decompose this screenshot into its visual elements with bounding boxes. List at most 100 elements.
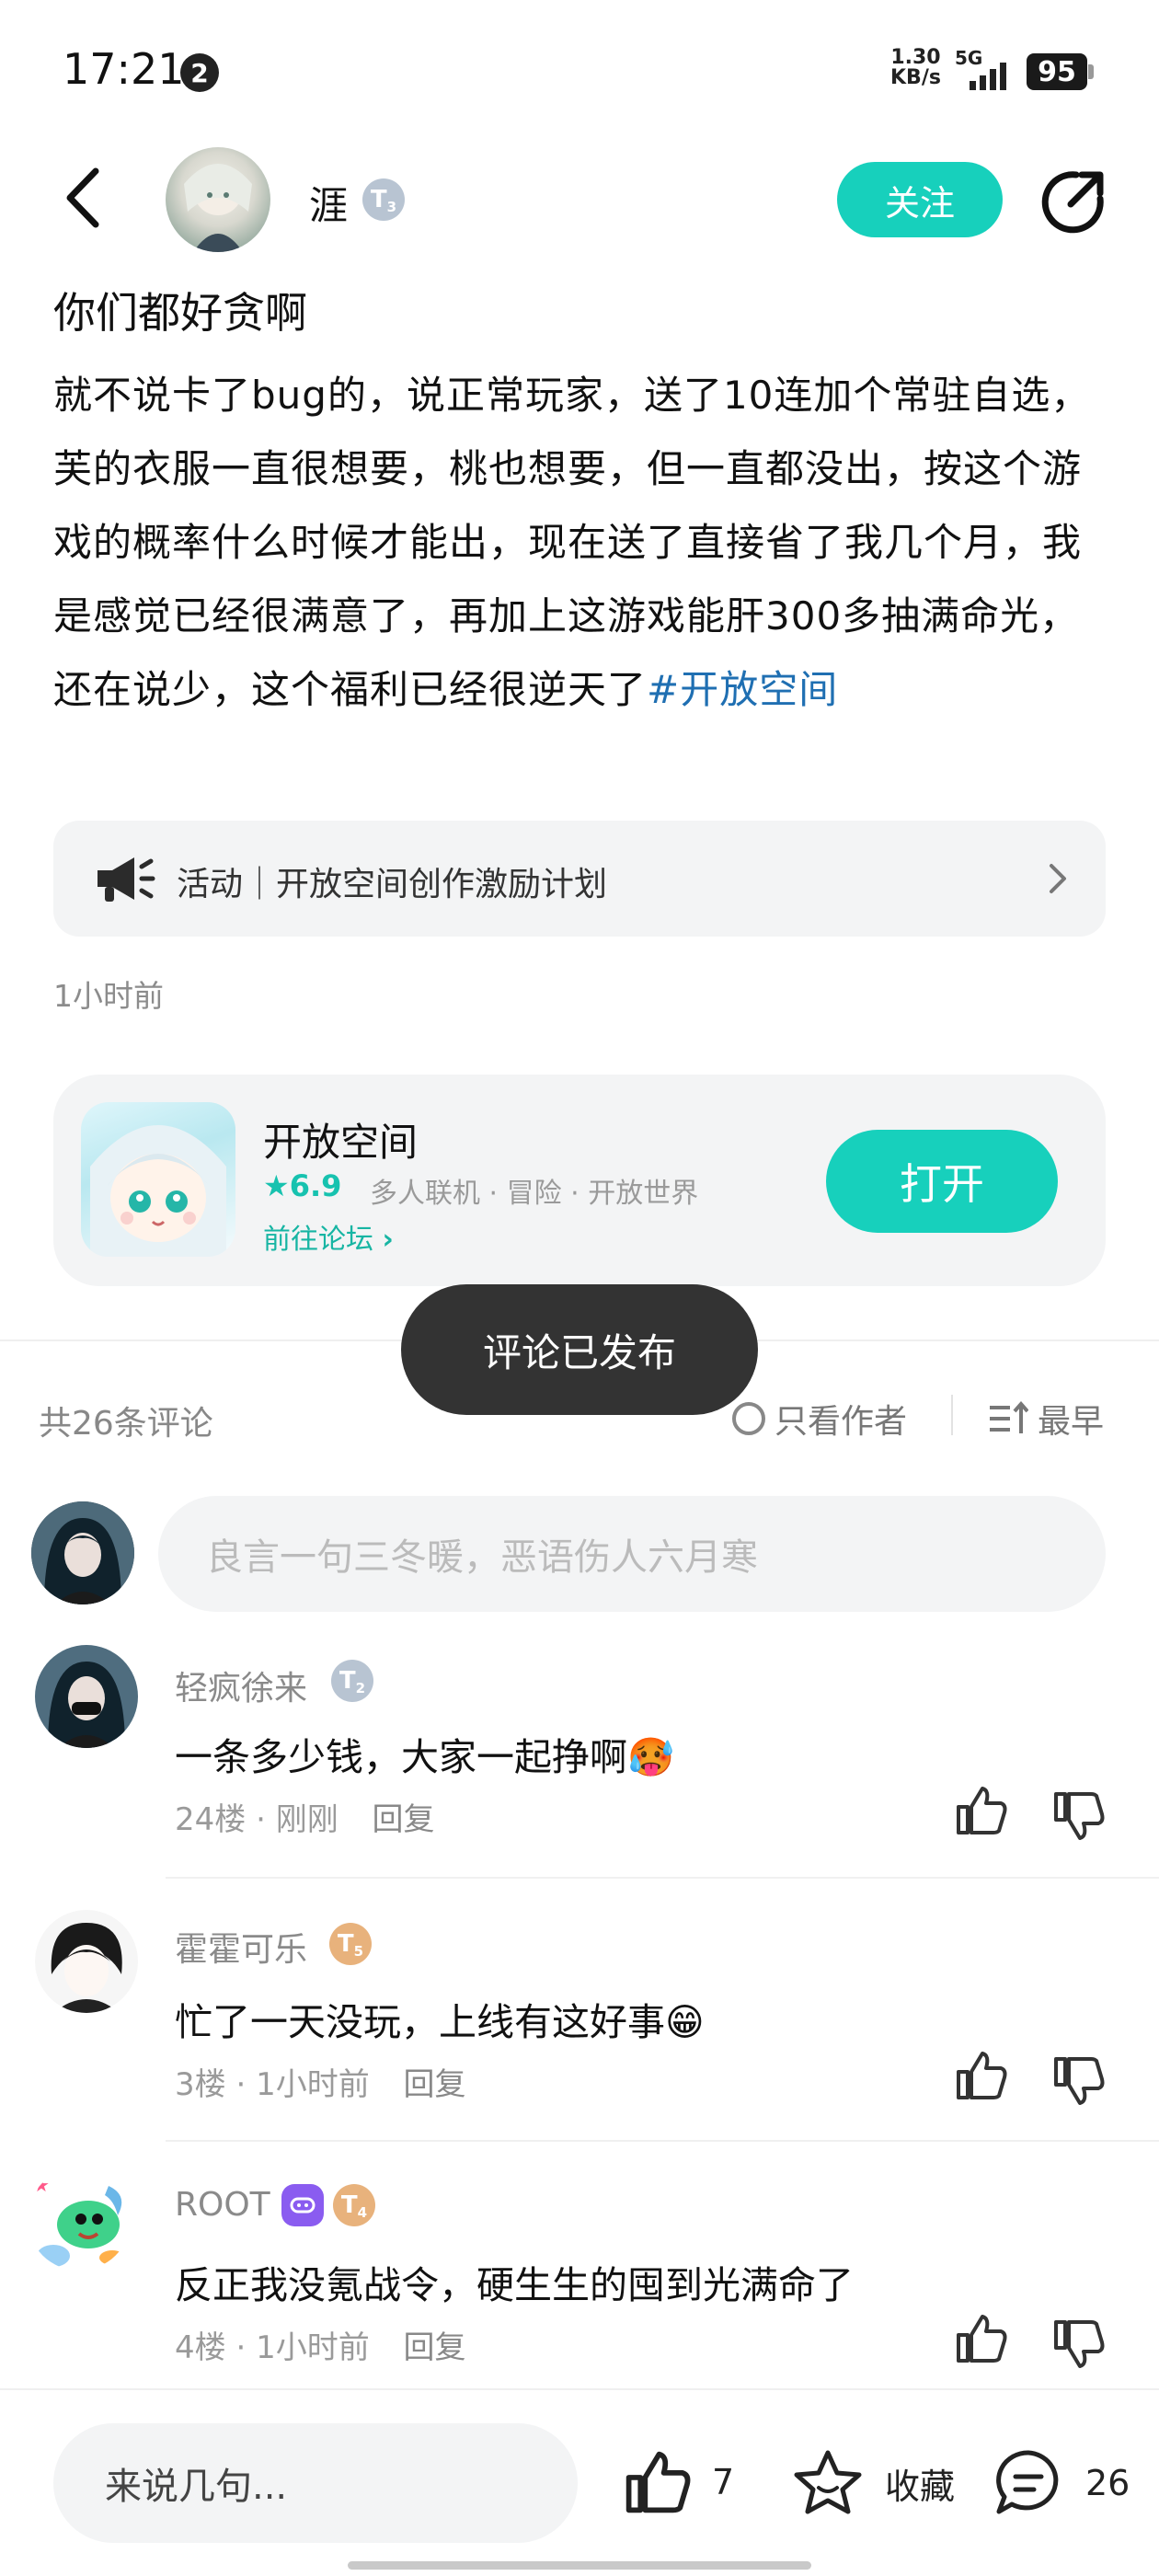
comment-avatar[interactable]: [35, 1910, 138, 2013]
game-tags: 多人联机 · 冒险 · 开放世界: [370, 1178, 699, 1210]
level-number: 4: [357, 2204, 368, 2221]
game-icon[interactable]: [81, 1102, 235, 1257]
comment-username[interactable]: 轻疯徐来: [175, 1662, 307, 1709]
comment-meta: 4楼 · 1小时前 回复: [175, 2322, 466, 2367]
post-body-text: 就不说卡了bug的，说正常玩家，送了10连加个常驻自选，芙的衣服一直很想要，桃也…: [53, 373, 1091, 712]
level-number: 2: [355, 1680, 366, 1696]
comment-input[interactable]: 良言一句三冬暖，恶语伤人六月寒: [158, 1496, 1106, 1612]
post-time: 1小时前: [53, 978, 164, 1014]
follow-button[interactable]: 关注: [837, 162, 1003, 237]
level-number: 5: [353, 1943, 364, 1960]
author-level-badge: T3: [362, 178, 405, 221]
my-avatar-art: [31, 1501, 134, 1604]
signal-5g-icon: 5G: [955, 48, 1006, 90]
author-only-label: 只看作者: [775, 1403, 908, 1441]
comment-avatar-art: [35, 1910, 138, 2013]
radio-circle-icon: [732, 1402, 765, 1435]
comment-time: 刚刚: [275, 1801, 339, 1838]
comment-avatar-art: ★: [28, 2168, 131, 2271]
meta-dot: ·: [235, 2066, 257, 2103]
comment-time: 1小时前: [256, 2066, 370, 2103]
reply-button[interactable]: 回复: [404, 2329, 466, 2366]
comment-username[interactable]: ROOT: [175, 2186, 270, 2224]
status-time: 17:21: [63, 44, 185, 94]
dislike-icon[interactable]: [1050, 2318, 1106, 2370]
bottom-bar-divider: [0, 2388, 1159, 2390]
home-indicator[interactable]: [348, 2561, 811, 2570]
user-level-badge: T2: [331, 1660, 373, 1702]
sort-icon: [990, 1400, 1028, 1433]
comment-bubble-icon: [996, 2450, 1059, 2514]
author-avatar[interactable]: [166, 147, 270, 252]
game-rating: ★6.9: [263, 1168, 342, 1203]
game-icon-art: [90, 1125, 226, 1257]
sort-label: 最早: [1038, 1403, 1105, 1441]
author-only-toggle[interactable]: 只看作者: [732, 1395, 907, 1443]
comment-avatar[interactable]: ★: [28, 2168, 131, 2271]
dislike-icon[interactable]: [1050, 2055, 1106, 2107]
bottom-comment-input[interactable]: 来说几句...: [53, 2423, 578, 2543]
notification-count-badge: 2: [180, 53, 219, 92]
megaphone-icon: [98, 857, 155, 902]
network-speed-unit: KB/s: [890, 66, 941, 89]
like-icon[interactable]: [953, 1785, 1008, 1836]
like-icon[interactable]: [953, 2050, 1008, 2101]
comment-emoji: 🥵: [627, 1735, 675, 1779]
level-letter: T: [337, 1930, 354, 1958]
toast-message: 评论已发布: [401, 1284, 758, 1415]
network-speed-value: 1.30: [890, 46, 941, 69]
battery-level: 95: [1027, 53, 1087, 90]
comment-text-body: 反正我没氪战令，硬生生的囤到光满命了: [175, 2263, 854, 2307]
comment-text: 忙了一天没玩，上线有这好事😁: [175, 1991, 705, 2046]
comment-meta: 3楼 · 1小时前 回复: [175, 2059, 466, 2104]
author-name[interactable]: 涯: [309, 175, 348, 231]
dislike-icon[interactable]: [1050, 1790, 1106, 1842]
like-icon[interactable]: [953, 2313, 1008, 2364]
filter-separator: [951, 1395, 953, 1435]
user-level-badge: T5: [329, 1923, 372, 1965]
comment-emoji: 😁: [665, 2000, 705, 2044]
open-game-button[interactable]: 打开: [826, 1130, 1058, 1233]
svg-text:★: ★: [33, 2174, 50, 2196]
forum-link-label: 前往论坛: [263, 1224, 373, 1256]
comments-button[interactable]: 26: [992, 2447, 1130, 2519]
meta-dot: ·: [235, 2329, 257, 2366]
activity-banner[interactable]: 活动｜开放空间创作激励计划: [53, 821, 1106, 937]
forum-link[interactable]: 前往论坛 ›: [263, 1216, 394, 1257]
hashtag-link[interactable]: #开放空间: [647, 667, 838, 712]
back-arrow-icon[interactable]: [59, 166, 109, 230]
reply-button[interactable]: 回复: [404, 2066, 466, 2103]
comment-avatar[interactable]: [35, 1645, 138, 1748]
reply-button[interactable]: 回复: [373, 1801, 435, 1838]
network-speed: 1.30 KB/s: [890, 48, 941, 88]
like-button[interactable]: 7: [622, 2449, 734, 2515]
game-name[interactable]: 开放空间: [263, 1111, 418, 1167]
comment-text-body: 一条多少钱，大家一起挣啊: [175, 1735, 627, 1779]
level-letter: T: [370, 186, 387, 213]
thumbs-up-icon: [625, 2451, 691, 2513]
comment-floor: 4楼: [175, 2329, 226, 2366]
chevron-right-icon: [1050, 864, 1066, 893]
author-avatar-art: [184, 164, 252, 252]
post-title: 你们都好贪啊: [53, 288, 307, 338]
favorite-label: 收藏: [885, 2466, 956, 2507]
favorite-button[interactable]: 收藏: [791, 2447, 955, 2519]
vip-badge: [281, 2184, 324, 2226]
sort-button[interactable]: 最早: [988, 1395, 1104, 1443]
comment-time: 1小时前: [256, 2329, 370, 2366]
network-type: 5G: [955, 48, 982, 69]
comments-count-bottom: 26: [1085, 2463, 1130, 2503]
comment-text-body: 忙了一天没玩，上线有这好事: [175, 2000, 665, 2044]
gamepad-icon: [290, 2197, 316, 2214]
comments-count: 共26条评论: [39, 1405, 213, 1443]
share-icon[interactable]: [1039, 167, 1107, 236]
star-icon: [794, 2450, 862, 2514]
comment-floor: 3楼: [175, 2066, 226, 2103]
my-avatar[interactable]: [31, 1501, 134, 1604]
comment-floor: 24楼: [175, 1801, 247, 1838]
game-card[interactable]: 开放空间 ★6.9 多人联机 · 冒险 · 开放世界 前往论坛 › 打开: [53, 1075, 1106, 1286]
level-letter: T: [339, 1667, 356, 1695]
level-letter: T: [340, 2191, 358, 2219]
comment-username[interactable]: 霍霍可乐: [175, 1923, 307, 1971]
level-number: 3: [386, 199, 397, 215]
